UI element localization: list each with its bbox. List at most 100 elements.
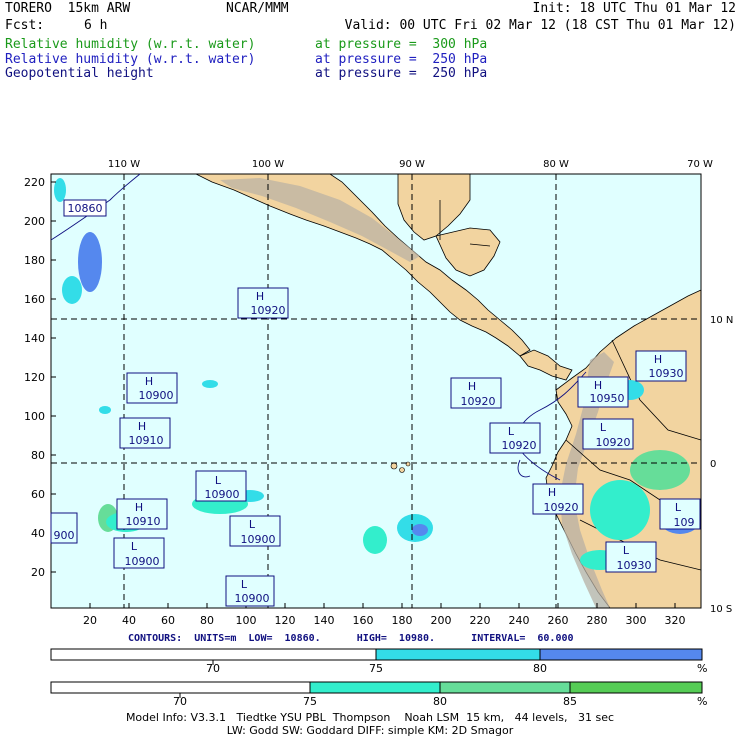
y-tick: 180: [24, 254, 45, 267]
center-label: L 10920: [489, 422, 541, 454]
colorbar1-unit: %: [697, 662, 708, 675]
svg-text:10900: 10900: [241, 533, 276, 546]
x-tick: 280: [587, 614, 608, 627]
svg-text:H: H: [468, 380, 476, 393]
lon-label-90w: 90 W: [399, 159, 425, 170]
center-label: 10860: [63, 199, 107, 217]
x-tick: 180: [392, 614, 413, 627]
svg-text:10860: 10860: [68, 202, 103, 215]
svg-text:L: L: [215, 474, 222, 487]
y-tick: 60: [31, 488, 45, 501]
y-tick: 140: [24, 332, 45, 345]
center-label: H 10920: [532, 483, 584, 515]
svg-text:109: 109: [674, 516, 695, 529]
contour-info: CONTOURS: UNITS=m LOW= 10860. HIGH= 1098…: [128, 633, 574, 644]
svg-text:900: 900: [54, 529, 75, 542]
svg-text:H: H: [138, 420, 146, 433]
colorbar1-label-75: 75: [369, 662, 383, 675]
svg-text:10930: 10930: [617, 559, 652, 572]
center-label: L 10900: [229, 515, 281, 547]
x-tick: 320: [665, 614, 686, 627]
x-tick: 80: [200, 614, 214, 627]
x-tick: 240: [509, 614, 530, 627]
center-label: L 109: [659, 498, 701, 530]
svg-text:10900: 10900: [205, 488, 240, 501]
svg-text:H: H: [256, 290, 264, 303]
svg-text:H: H: [548, 486, 556, 499]
lat-label-0: 0: [710, 459, 716, 470]
y-tick: 120: [24, 371, 45, 384]
model-info-line2: LW: Godd SW: Goddard DIFF: simple KM: 2D…: [226, 724, 514, 737]
colorbar1-label-80: 80: [533, 662, 547, 675]
center-label: H 10950: [577, 376, 629, 408]
svg-text:10900: 10900: [139, 389, 174, 402]
center-label: H 10910: [119, 417, 171, 449]
svg-text:10920: 10920: [596, 436, 631, 449]
center-label: H 10920: [450, 377, 502, 409]
lon-label-70w: 70 W: [687, 159, 713, 170]
svg-text:L: L: [241, 578, 248, 591]
x-tick: 100: [236, 614, 257, 627]
svg-text:L: L: [131, 540, 138, 553]
center-label: L 10900: [113, 537, 165, 569]
center-label: H 10910: [116, 498, 168, 530]
y-tick: 220: [24, 176, 45, 189]
svg-text:10920: 10920: [544, 501, 579, 514]
svg-text:L: L: [675, 501, 682, 514]
svg-text:10920: 10920: [502, 439, 537, 452]
lon-label-100w: 100 W: [252, 159, 284, 170]
svg-text:10930: 10930: [649, 367, 684, 380]
svg-text:H: H: [654, 353, 662, 366]
svg-text:10910: 10910: [129, 434, 164, 447]
x-tick: 260: [548, 614, 569, 627]
svg-text:10900: 10900: [125, 555, 160, 568]
svg-text:H: H: [594, 379, 602, 392]
center-label: H 10900: [126, 372, 178, 404]
colorbar-rh-300: [50, 681, 703, 698]
svg-text:10900: 10900: [235, 592, 270, 605]
x-tick: 40: [122, 614, 136, 627]
model-info-line1: Model Info: V3.3.1 Tiedtke YSU PBL Thomp…: [125, 711, 615, 724]
svg-text:H: H: [135, 501, 143, 514]
colorbar2-label-80: 80: [433, 695, 447, 708]
x-tick: 200: [431, 614, 452, 627]
svg-text:L: L: [623, 544, 630, 557]
center-label: L 10900: [195, 470, 247, 502]
x-tick: 140: [314, 614, 335, 627]
weather-map: 110 W 100 W 90 W 80 W 70 W 10 N 0 10 S 2…: [24, 159, 733, 698]
y-tick: 20: [31, 566, 45, 579]
center-label: L 10930: [605, 541, 657, 573]
colorbar2-unit: %: [697, 695, 708, 708]
svg-text:L: L: [508, 425, 515, 438]
svg-text:10920: 10920: [251, 304, 286, 317]
center-label: H 10930: [635, 350, 687, 382]
y-tick: 100: [24, 410, 45, 423]
lat-label-10n: 10 N: [710, 315, 733, 326]
y-tick: 200: [24, 215, 45, 228]
svg-text:10950: 10950: [590, 392, 625, 405]
y-tick: 160: [24, 293, 45, 306]
svg-text:L: L: [249, 518, 256, 531]
lon-label-80w: 80 W: [543, 159, 569, 170]
colorbar2-label-85: 85: [563, 695, 577, 708]
center-label: L 10900: [225, 575, 275, 607]
colorbar1-label-70: 70: [206, 662, 220, 675]
svg-text:H: H: [145, 375, 153, 388]
x-tick: 160: [353, 614, 374, 627]
center-label: H 10920: [237, 287, 289, 319]
x-tick: 60: [161, 614, 175, 627]
center-label: L 10920: [582, 418, 634, 450]
x-tick: 120: [275, 614, 296, 627]
center-label: 900: [50, 512, 78, 544]
svg-text:L: L: [600, 421, 607, 434]
y-tick: 40: [31, 527, 45, 540]
colorbar2-label-75: 75: [303, 695, 317, 708]
svg-text:10920: 10920: [461, 395, 496, 408]
lon-label-110w: 110 W: [108, 159, 140, 170]
svg-text:10910: 10910: [126, 515, 161, 528]
y-tick: 80: [31, 449, 45, 462]
x-tick: 220: [470, 614, 491, 627]
colorbar2-label-70: 70: [173, 695, 187, 708]
lat-label-10s: 10 S: [710, 604, 732, 615]
x-tick: 300: [626, 614, 647, 627]
